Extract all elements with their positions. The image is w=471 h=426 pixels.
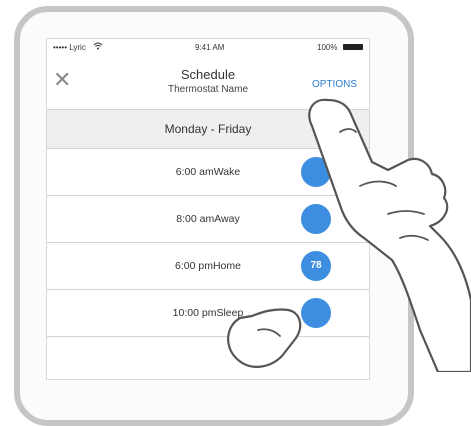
schedule-row-home[interactable]: 6:00 pmHome 78	[47, 243, 369, 290]
setpoint-badge[interactable]	[301, 298, 331, 328]
clock: 9:41 AM	[195, 43, 225, 52]
schedule-row-wake[interactable]: 6:00 amWake	[47, 149, 369, 196]
schedule-row-away[interactable]: 8:00 amAway	[47, 196, 369, 243]
carrier-label: ••••• Lyric	[53, 43, 86, 52]
day-group-header: Monday - Friday	[47, 110, 369, 149]
status-bar: ••••• Lyric 9:41 AM 100%	[47, 39, 369, 55]
battery-percent: 100%	[317, 43, 338, 52]
options-button[interactable]: OPTIONS	[312, 79, 357, 90]
schedule-row-sleep[interactable]: 10:00 pmSleep	[47, 290, 369, 337]
setpoint-badge[interactable]	[301, 204, 331, 234]
setpoint-badge[interactable]	[301, 157, 331, 187]
setpoint-badge[interactable]: 78	[301, 251, 331, 281]
app-screen: ••••• Lyric 9:41 AM 100% ✕ Schedule Ther…	[46, 38, 370, 380]
battery-icon	[343, 44, 363, 50]
schedule-header: ✕ Schedule Thermostat Name OPTIONS	[47, 55, 369, 110]
wifi-icon	[93, 42, 103, 50]
